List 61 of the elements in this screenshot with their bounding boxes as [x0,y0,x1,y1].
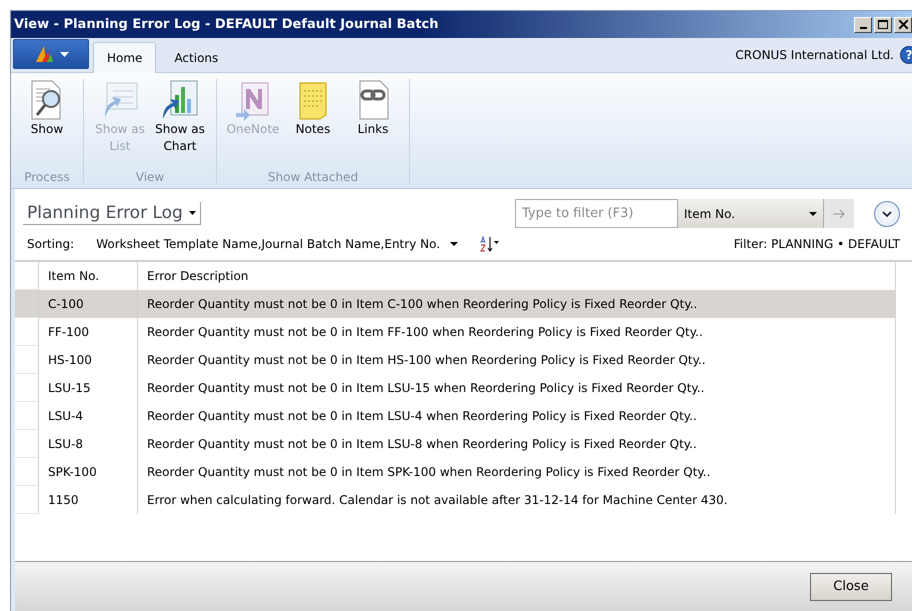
table-cell: LSU-15 [39,374,138,402]
row-selector[interactable] [15,402,39,430]
chart-arrow-icon [161,79,199,121]
filter-field[interactable]: Type to filter (F3) [515,199,678,228]
table-cell: Reorder Quantity must not be 0 in Item SPK-100 when Reordering Policy is Fixed Reorder Qty.. [138,458,896,486]
table-cell: Reorder Quantity must not be 0 in Item C-100 when Reordering Policy is Fixed Reorder Qty.. [138,290,896,318]
group-label: Show Attached [268,170,358,184]
table-cell: Reorder Quantity must not be 0 in Item LSU-8 when Reordering Policy is Fixed Reorder Qty.. [138,430,896,458]
group-label: View [136,170,164,184]
row-selector[interactable] [15,458,39,486]
sorting-dropdown[interactable]: Worksheet Template Name,Journal Batch Name,Entry No. [96,237,458,251]
help-button[interactable]: ? [900,46,912,64]
sort-order-icon[interactable] [480,236,500,252]
row-selector[interactable] [15,290,39,318]
row-selector[interactable] [15,430,39,458]
apply-filter-button[interactable] [824,199,854,228]
close-icon [898,20,908,29]
chevron-down-icon [882,210,892,216]
table-cell: LSU-8 [39,430,138,458]
minimize-icon [860,26,866,28]
caret-icon [809,212,817,216]
filter-field-dropdown[interactable]: Item No. [678,199,824,228]
table-cell: C-100 [39,290,138,318]
maximize-button[interactable] [874,16,892,32]
app-logo [34,46,56,62]
window-title: View - Planning Error Log - DEFAULT Default Journal Batch [13,17,438,32]
ribbon-button[interactable]: Notes [285,79,341,170]
table-cell: Reorder Quantity must not be 0 in Item LSU-4 when Reordering Policy is Fixed Reorder Qty.. [138,402,896,430]
close-button[interactable] [894,16,912,32]
caret-icon [60,52,68,56]
filter-text: Filter: PLANNING • DEFAULT [734,237,900,251]
table-cell: Error when calculating forward. Calendar is not available after 31-12-14 for Machine Center 430. [138,486,896,514]
table-cell: Reorder Quantity must not be 0 in Item FF-100 when Reordering Policy is Fixed Reorder Qty.. [138,318,896,346]
arrow-right-icon [833,208,845,218]
company-name: CRONUS International Ltd. [735,48,895,62]
ribbon-tab[interactable]: Home [93,42,156,73]
expand-button[interactable] [874,200,900,226]
table-cell: 1150 [39,486,138,514]
minimize-button[interactable] [854,16,872,32]
ribbon-button[interactable]: Show as Chart [152,79,208,170]
row-selector[interactable] [15,486,39,514]
ribbon-button[interactable]: Links [345,79,401,170]
close-button[interactable]: Close [810,572,892,600]
caret-icon [188,211,196,215]
table-cell: Reorder Quantity must not be 0 in Item LSU-15 when Reordering Policy is Fixed Reorder Qty.. [138,374,896,402]
row-selector[interactable] [15,318,39,346]
ribbon-tab[interactable]: Actions [160,42,232,73]
row-selector[interactable] [15,346,39,374]
table-cell: Reorder Quantity must not be 0 in Item HS-100 when Reordering Policy is Fixed Reorder Qty.. [138,346,896,374]
table-cell: FF-100 [39,318,138,346]
sorting-label: Sorting: [27,237,74,251]
table-cell: SPK-100 [39,458,138,486]
page-title-dropdown[interactable]: Planning Error Log [23,202,201,225]
table-cell: HS-100 [39,346,138,374]
maximize-icon [878,20,888,29]
table-cell: LSU-4 [39,402,138,430]
caret-icon [450,242,458,246]
group-label: Process [24,170,70,184]
row-selector[interactable] [15,374,39,402]
ribbon-button[interactable]: Show [19,79,75,170]
application-menu-button[interactable] [13,39,89,69]
